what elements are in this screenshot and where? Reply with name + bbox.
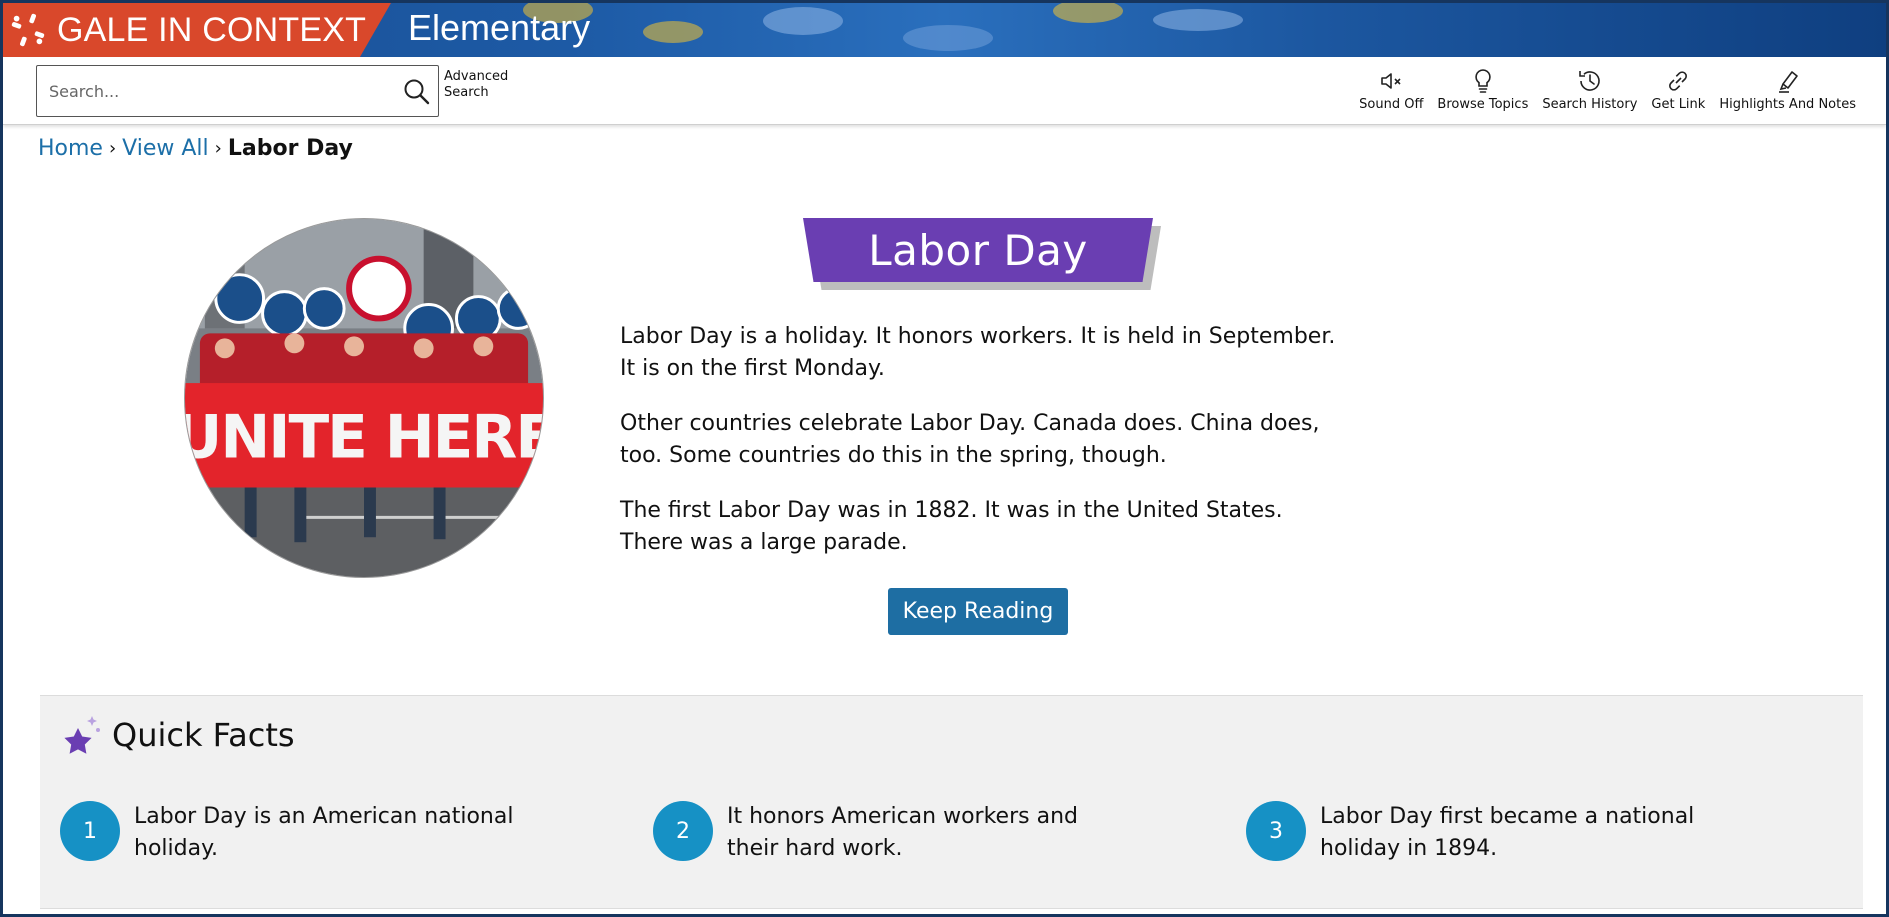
article-image: UNITE HERE — [184, 218, 544, 578]
tool-menu: Sound Off Browse Topics Search History G… — [1359, 67, 1856, 112]
history-icon — [1579, 71, 1600, 91]
quick-facts-list: 1 Labor Day is an American national holi… — [60, 801, 1839, 865]
search-box — [36, 65, 439, 117]
quick-facts-heading: Quick Facts — [112, 716, 295, 754]
title-banner: Labor Day — [803, 218, 1153, 282]
fact-text: It honors American workers and their har… — [727, 804, 1078, 861]
advanced-search-link[interactable]: Advanced Search — [444, 69, 514, 101]
highlights-notes-label: Highlights And Notes — [1719, 97, 1856, 112]
fact-number-badge: 3 — [1246, 801, 1306, 861]
decorative-fish — [763, 7, 843, 35]
article-paragraph: The first Labor Day was in 1882. It was … — [620, 498, 1283, 555]
get-link-label: Get Link — [1651, 97, 1706, 112]
sound-off-label: Sound Off — [1359, 97, 1424, 112]
brand-logo-block[interactable]: GALE IN CONTEXT — [3, 3, 391, 57]
brand-name: GALE IN CONTEXT — [57, 10, 367, 49]
breadcrumb-view-all-link[interactable]: View All — [122, 136, 208, 161]
sound-off-icon — [1381, 73, 1401, 89]
quick-facts-panel: Quick Facts 1 Labor Day is an American n… — [40, 695, 1863, 909]
banner-text: UNITE HERE — [185, 404, 543, 473]
breadcrumb-home-link[interactable]: Home — [38, 136, 103, 161]
decorative-fish — [1053, 3, 1123, 23]
breadcrumb-separator: › — [108, 138, 117, 159]
search-history-button[interactable]: Search History — [1542, 67, 1637, 112]
search-button[interactable] — [402, 77, 430, 105]
search-icon — [404, 79, 430, 105]
article-paragraph: Other countries celebrate Labor Day. Can… — [620, 411, 1320, 468]
gale-logo-icon — [11, 13, 45, 47]
search-history-label: Search History — [1542, 97, 1638, 112]
decorative-fish — [643, 21, 703, 43]
fact-number-badge: 1 — [60, 801, 120, 861]
article-body: Labor Day is a holiday. It honors worker… — [620, 321, 1340, 582]
parade-photo: UNITE HERE — [185, 219, 543, 577]
link-icon — [1669, 71, 1688, 91]
decorative-fish — [1153, 9, 1243, 31]
fact-text: Labor Day first became a national holida… — [1320, 804, 1695, 861]
toolbar: Advanced Search Sound Off Browse Topics … — [3, 57, 1886, 125]
browse-topics-label: Browse Topics — [1437, 97, 1529, 112]
fact-text: Labor Day is an American national holida… — [134, 804, 514, 861]
keep-reading-button[interactable]: Keep Reading — [888, 588, 1068, 635]
star-sparkle-icon — [64, 716, 100, 754]
highlights-notes-button[interactable]: Highlights And Notes — [1719, 67, 1856, 112]
article-title: Labor Day — [868, 225, 1088, 275]
breadcrumb-current: Labor Day — [227, 136, 353, 161]
quick-facts-header: Quick Facts — [62, 714, 295, 756]
browse-topics-button[interactable]: Browse Topics — [1437, 67, 1528, 112]
article-paragraph: Labor Day is a holiday. It honors worker… — [620, 324, 1336, 381]
decorative-fish — [903, 25, 993, 51]
search-input[interactable] — [47, 75, 387, 107]
quick-fact-item: 3 Labor Day first became a national holi… — [1246, 801, 1839, 865]
breadcrumb-separator: › — [214, 138, 222, 159]
get-link-button[interactable]: Get Link — [1651, 67, 1705, 112]
breadcrumb: Home › View All › Labor Day — [38, 136, 353, 161]
quick-fact-item: 1 Labor Day is an American national holi… — [60, 801, 653, 865]
highlighter-icon — [1778, 71, 1798, 93]
lightbulb-icon — [1475, 69, 1491, 93]
sound-off-button[interactable]: Sound Off — [1359, 67, 1423, 112]
quick-fact-item: 2 It honors American workers and their h… — [653, 801, 1246, 865]
fact-number-badge: 2 — [653, 801, 713, 861]
brand-header: GALE IN CONTEXT Elementary — [3, 3, 1886, 57]
product-name: Elementary — [408, 7, 591, 48]
